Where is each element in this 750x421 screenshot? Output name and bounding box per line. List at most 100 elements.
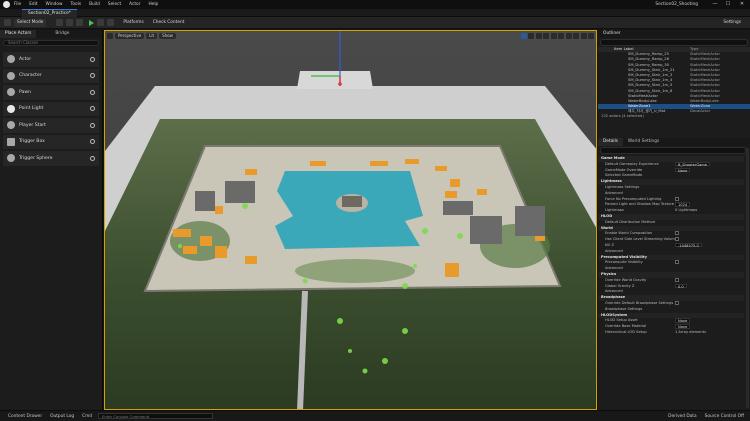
save-icon[interactable] — [4, 19, 11, 26]
viewport-scene[interactable] — [105, 31, 597, 410]
light-bulb-icon — [7, 104, 15, 113]
right-panel: Outliner Item Label Type SM_Dummy_Ramp_2… — [598, 30, 750, 410]
blueprint-icon[interactable] — [66, 19, 74, 26]
place-actors-panel: Place Actors Bridge Search Classes Actor… — [0, 30, 103, 410]
actor-item-pawn[interactable]: Pawn — [3, 85, 99, 100]
stop-icon[interactable] — [107, 19, 115, 26]
actor-item-label: Player Start — [19, 122, 46, 128]
outliner-search-input[interactable] — [600, 39, 748, 46]
menu-actor[interactable]: Actor — [129, 2, 140, 7]
menu-file[interactable]: File — [14, 2, 21, 7]
select-mode-dropdown[interactable]: Select Mode — [14, 18, 47, 27]
details-property-row[interactable]: Hierarchical LOD Setup 1 Array elements — [598, 330, 744, 336]
maximize-viewport-icon[interactable] — [588, 32, 594, 39]
surface-snap-icon[interactable] — [550, 32, 557, 39]
menu-bar: File Edit Window Tools Build Select Acto… — [0, 0, 750, 9]
minimize-button[interactable]: — — [710, 1, 720, 8]
value-field[interactable]: None — [675, 167, 691, 173]
search-classes-input[interactable]: Search Classes — [3, 40, 99, 46]
perspective-button[interactable]: Perspective — [115, 32, 145, 39]
help-icon[interactable] — [90, 56, 95, 62]
level-tab[interactable]: Section02_Practice* — [22, 9, 77, 17]
actor-item-player-start[interactable]: Player Start — [3, 118, 99, 133]
cmd-dropdown[interactable]: Cmd — [82, 414, 92, 419]
checkbox[interactable] — [675, 300, 679, 305]
source-control-button[interactable]: Source Control Off — [705, 414, 744, 419]
show-button[interactable]: Show — [159, 32, 176, 39]
help-icon[interactable] — [90, 106, 95, 112]
value-field[interactable]: None — [675, 324, 691, 329]
gizmo-pivot[interactable] — [338, 82, 342, 86]
value-field[interactable]: 0.0 — [675, 283, 687, 289]
menu-select[interactable]: Select — [108, 2, 121, 7]
place-actors-tabs: Place Actors Bridge — [0, 30, 102, 38]
actor-item-point-light[interactable]: Point Light — [3, 101, 99, 116]
actor-item-actor[interactable]: Actor — [3, 52, 99, 67]
content-drawer-button[interactable]: Content Drawer — [8, 414, 42, 419]
help-icon[interactable] — [90, 139, 95, 145]
checkbox[interactable] — [675, 277, 679, 282]
grid-snap-icon[interactable] — [558, 32, 564, 39]
details-property-list: Game Mode Default Gameplay Experience B_Sh… — [598, 156, 744, 336]
cinematics-icon[interactable] — [76, 19, 84, 26]
rotation-snap-icon[interactable] — [565, 32, 572, 39]
outliner-list: SM_Dummy_Ramp_25 StaticMeshActor SM_Dummy_… — [598, 52, 750, 114]
actor-item-trigger-sphere[interactable]: Trigger Sphere — [3, 151, 99, 166]
checkbox[interactable] — [675, 231, 679, 236]
value-field[interactable]: None — [675, 318, 691, 323]
details-tabs: Details World Settings — [598, 138, 750, 146]
menu-tools[interactable]: Tools — [70, 2, 81, 7]
checkbox[interactable] — [675, 260, 679, 265]
document-tab-bar — [0, 9, 750, 17]
checkbox[interactable] — [675, 237, 679, 242]
value-text: 0 Lightmaps — [675, 208, 698, 213]
value-field[interactable]: 1024 — [675, 202, 691, 207]
tab-bridge[interactable]: Bridge — [50, 30, 74, 38]
platforms-button[interactable]: Platforms — [120, 19, 146, 27]
menu-build[interactable]: Build — [89, 2, 100, 7]
help-icon[interactable] — [90, 89, 95, 95]
tab-world-settings[interactable]: World Settings — [623, 138, 664, 146]
details-search-input[interactable] — [600, 147, 746, 154]
details-scrollbar[interactable] — [746, 148, 749, 408]
actor-item-character[interactable]: Character — [3, 68, 99, 83]
check-content-button[interactable]: Check Content — [150, 19, 188, 27]
help-icon[interactable] — [90, 73, 95, 79]
actor-item-label: Pawn — [19, 89, 32, 95]
scale-icon[interactable] — [535, 32, 542, 39]
maximize-button[interactable]: ☐ — [723, 1, 733, 8]
level-viewport[interactable]: Perspective Lit Show — [104, 30, 597, 410]
value-field[interactable]: B_ShooterGame — [675, 161, 711, 167]
output-log-button[interactable]: Output Log — [50, 414, 74, 419]
menu-help[interactable]: Help — [148, 2, 158, 7]
help-icon[interactable] — [90, 155, 95, 161]
property-value: 1 Array elements — [675, 330, 744, 336]
camera-speed-icon[interactable] — [580, 32, 587, 39]
pause-icon[interactable] — [97, 19, 105, 26]
viewport-menu-icon[interactable] — [107, 32, 113, 39]
play-icon[interactable] — [89, 19, 95, 26]
rotate-icon[interactable] — [528, 32, 534, 39]
viewport-toolbar: Perspective Lit Show — [105, 31, 596, 40]
console-command-input[interactable]: Enter Console Command — [97, 413, 213, 419]
unreal-logo-icon[interactable] — [3, 1, 10, 8]
menu-edit[interactable]: Edit — [29, 2, 37, 7]
tab-details[interactable]: Details — [598, 138, 623, 146]
actor-item-trigger-box[interactable]: Trigger Box — [3, 134, 99, 149]
settings-button[interactable]: Settings — [720, 19, 744, 27]
add-actor-icon[interactable] — [56, 19, 64, 26]
close-button[interactable]: ✕ — [737, 1, 747, 8]
world-space-icon[interactable] — [543, 32, 549, 39]
translate-icon[interactable] — [520, 32, 527, 39]
checkbox[interactable] — [675, 196, 679, 201]
character-icon — [7, 71, 15, 80]
actor-item-label: Actor — [19, 56, 32, 62]
tab-place-actors[interactable]: Place Actors — [0, 30, 37, 38]
lit-button[interactable]: Lit — [146, 32, 158, 39]
menu-window[interactable]: Window — [46, 2, 63, 7]
scale-snap-icon[interactable] — [573, 32, 579, 39]
value-field[interactable]: -1048575.0 — [675, 242, 702, 248]
derived-data-button[interactable]: Derived Data — [668, 414, 696, 419]
outliner-header: Outliner — [598, 30, 750, 38]
help-icon[interactable] — [90, 122, 95, 128]
